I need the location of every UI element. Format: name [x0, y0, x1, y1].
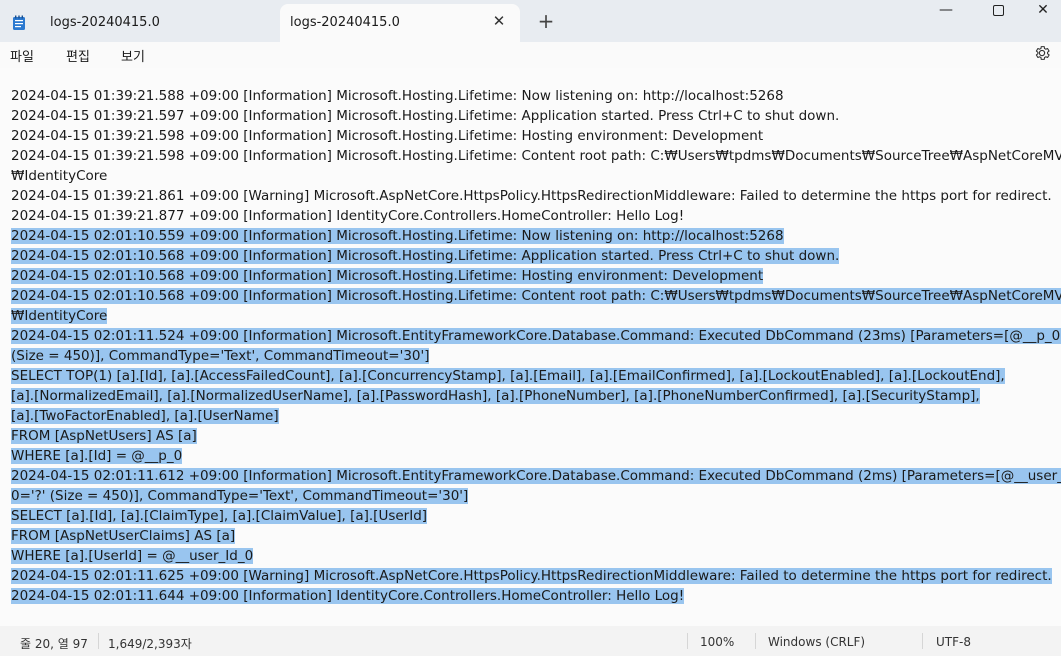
line-text: 2024-04-15 02:01:10.568 +09:00 [Informat…	[11, 288, 1061, 304]
text-line: (Size = 450)], CommandType='Text', Comma…	[11, 346, 1061, 366]
text-line: FROM [AspNetUsers] AS [a]	[11, 426, 1061, 446]
text-editor[interactable]: 2024-04-15 01:39:21.588 +09:00 [Informat…	[0, 68, 1061, 626]
tab-logs-inactive[interactable]: logs-20240415.0	[0, 4, 280, 42]
gear-icon[interactable]	[1033, 44, 1053, 64]
line-text: [a].[NormalizedEmail], [a].[NormalizedUs…	[11, 388, 980, 404]
editor-lines: 2024-04-15 01:39:21.588 +09:00 [Informat…	[11, 86, 1061, 606]
text-line: 2024-04-15 02:01:10.568 +09:00 [Informat…	[11, 286, 1061, 306]
line-text: 2024-04-15 01:39:21.861 +09:00 [Warning]…	[11, 188, 1052, 204]
line-text: FROM [AspNetUsers] AS [a]	[11, 428, 197, 444]
tab-label: logs-20240415.0	[290, 15, 400, 30]
maximize-icon	[992, 4, 1004, 16]
line-text: WHERE [a].[Id] = @__p_0	[11, 448, 183, 464]
text-line: 2024-04-15 01:39:21.877 +09:00 [Informat…	[11, 206, 1061, 226]
text-line: 2024-04-15 02:01:10.568 +09:00 [Informat…	[11, 246, 1061, 266]
zoom-level[interactable]: 100%	[700, 635, 734, 649]
line-text: 2024-04-15 02:01:10.568 +09:00 [Informat…	[11, 248, 840, 264]
text-line: SELECT TOP(1) [a].[Id], [a].[AccessFaile…	[11, 366, 1061, 386]
title-bar: logs-20240415.0 logs-20240415.0 ✕ + — ✕	[0, 0, 1061, 42]
menu-file[interactable]: 파일	[10, 46, 34, 65]
line-text: ₩IdentityCore	[11, 308, 108, 324]
text-line: 2024-04-15 02:01:11.612 +09:00 [Informat…	[11, 466, 1061, 486]
text-line: ₩IdentityCore	[11, 166, 1061, 186]
text-line: [a].[NormalizedEmail], [a].[NormalizedUs…	[11, 386, 1061, 406]
line-text: SELECT [a].[Id], [a].[ClaimType], [a].[C…	[11, 508, 428, 524]
text-line: 2024-04-15 01:39:21.597 +09:00 [Informat…	[11, 106, 1061, 126]
line-text: 2024-04-15 02:01:10.559 +09:00 [Informat…	[11, 228, 784, 244]
line-text: 0='?' (Size = 450)], CommandType='Text',…	[11, 488, 469, 504]
line-text: (Size = 450)], CommandType='Text', Comma…	[11, 348, 430, 364]
status-bar: 줄 20, 열 97 1,649/2,393자 100% Windows (CR…	[0, 626, 1061, 656]
tab-label: logs-20240415.0	[50, 15, 160, 30]
text-line: SELECT [a].[Id], [a].[ClaimType], [a].[C…	[11, 506, 1061, 526]
text-line: 2024-04-15 01:39:21.861 +09:00 [Warning]…	[11, 186, 1061, 206]
text-line: 2024-04-15 02:01:10.559 +09:00 [Informat…	[11, 226, 1061, 246]
line-text: 2024-04-15 01:39:21.598 +09:00 [Informat…	[11, 128, 764, 144]
encoding[interactable]: UTF-8	[936, 635, 971, 649]
divider	[755, 633, 756, 649]
line-text: 2024-04-15 02:01:11.644 +09:00 [Informat…	[11, 588, 685, 604]
text-line: 2024-04-15 01:39:21.588 +09:00 [Informat…	[11, 86, 1061, 106]
menu-bar: 파일 편집 보기	[0, 42, 1061, 68]
text-line: 2024-04-15 02:01:11.625 +09:00 [Warning]…	[11, 566, 1061, 586]
line-text: 2024-04-15 01:39:21.597 +09:00 [Informat…	[11, 108, 840, 124]
line-text: 2024-04-15 02:01:11.625 +09:00 [Warning]…	[11, 568, 1052, 584]
line-text: 2024-04-15 02:01:11.612 +09:00 [Informat…	[11, 468, 1061, 484]
tab-logs-active[interactable]: logs-20240415.0 ✕	[280, 4, 520, 42]
line-text: 2024-04-15 01:39:21.877 +09:00 [Informat…	[11, 208, 685, 224]
text-line: [a].[TwoFactorEnabled], [a].[UserName]	[11, 406, 1061, 426]
line-text: SELECT TOP(1) [a].[Id], [a].[AccessFaile…	[11, 368, 1005, 384]
text-line: FROM [AspNetUserClaims] AS [a]	[11, 526, 1061, 546]
maximize-button[interactable]	[975, 0, 1021, 20]
menu-view[interactable]: 보기	[121, 46, 145, 65]
line-text: 2024-04-15 02:01:10.568 +09:00 [Informat…	[11, 268, 764, 284]
close-tab-icon[interactable]: ✕	[490, 12, 508, 30]
minimize-button[interactable]: —	[923, 0, 969, 20]
line-text: ₩IdentityCore	[11, 168, 108, 184]
line-text: 2024-04-15 01:39:21.598 +09:00 [Informat…	[11, 148, 1061, 164]
line-text: FROM [AspNetUserClaims] AS [a]	[11, 528, 236, 544]
text-line: 2024-04-15 01:39:21.598 +09:00 [Informat…	[11, 146, 1061, 166]
new-tab-button[interactable]: +	[535, 10, 557, 32]
text-line: ₩IdentityCore	[11, 306, 1061, 326]
text-line: 0='?' (Size = 450)], CommandType='Text',…	[11, 486, 1061, 506]
cursor-position: 줄 20, 열 97	[20, 637, 88, 651]
text-line: 2024-04-15 02:01:10.568 +09:00 [Informat…	[11, 266, 1061, 286]
line-text: WHERE [a].[UserId] = @__user_Id_0	[11, 548, 254, 564]
text-line: WHERE [a].[UserId] = @__user_Id_0	[11, 546, 1061, 566]
divider	[98, 633, 99, 649]
line-text: [a].[TwoFactorEnabled], [a].[UserName]	[11, 408, 279, 424]
close-window-button[interactable]: ✕	[1020, 0, 1061, 20]
text-line: 2024-04-15 01:39:21.598 +09:00 [Informat…	[11, 126, 1061, 146]
text-line: 2024-04-15 02:01:11.644 +09:00 [Informat…	[11, 586, 1061, 606]
text-line: 2024-04-15 02:01:11.524 +09:00 [Informat…	[11, 326, 1061, 346]
text-line: WHERE [a].[Id] = @__p_0	[11, 446, 1061, 466]
notepad-icon	[12, 15, 26, 31]
divider	[687, 633, 688, 649]
divider	[922, 633, 923, 649]
character-count: 1,649/2,393자	[108, 637, 192, 651]
line-ending[interactable]: Windows (CRLF)	[768, 635, 865, 649]
line-text: 2024-04-15 02:01:11.524 +09:00 [Informat…	[11, 328, 1061, 344]
menu-edit[interactable]: 편집	[66, 46, 90, 65]
line-text: 2024-04-15 01:39:21.588 +09:00 [Informat…	[11, 88, 784, 104]
